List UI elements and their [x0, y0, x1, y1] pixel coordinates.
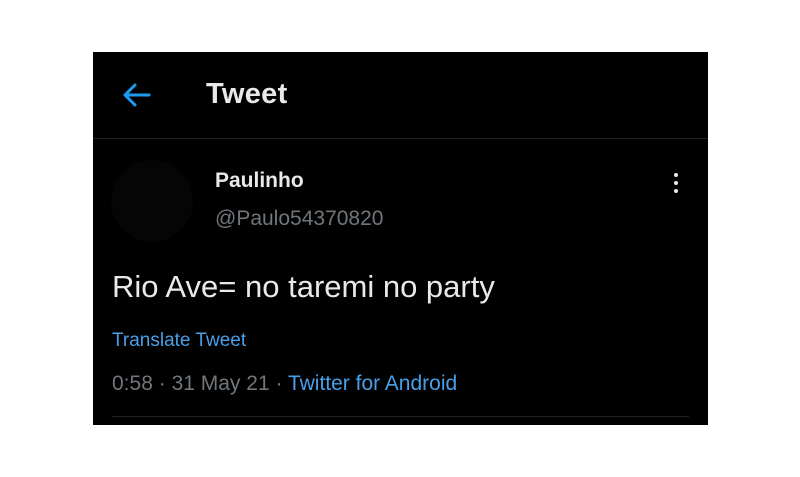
tweet-date: 31 May 21: [171, 372, 270, 395]
meta-separator: ·: [158, 372, 166, 395]
vertical-ellipsis-icon: [674, 173, 678, 177]
tweet-screen: Tweet Paulinho @Paulo54370820 Rio Ave= n…: [93, 52, 708, 425]
author-handle[interactable]: @Paulo54370820: [215, 206, 383, 232]
tweet-source-link[interactable]: Twitter for Android: [288, 372, 457, 395]
more-options-button[interactable]: [667, 170, 685, 196]
divider: [112, 416, 689, 417]
tweet-metadata: 0:58 · 31 May 21 · Twitter for Android: [112, 370, 457, 398]
tweet-text: Rio Ave= no taremi no party: [112, 269, 495, 304]
top-bar: Tweet: [93, 52, 708, 139]
meta-separator: ·: [275, 372, 283, 395]
vertical-ellipsis-icon: [674, 181, 678, 185]
tweet-time: 0:58: [112, 372, 153, 395]
arrow-left-icon: [123, 83, 151, 107]
avatar[interactable]: [111, 160, 193, 242]
back-button[interactable]: [119, 80, 153, 110]
page-title: Tweet: [206, 78, 288, 110]
author-display-name[interactable]: Paulinho: [215, 168, 304, 194]
translate-tweet-link[interactable]: Translate Tweet: [112, 329, 246, 353]
vertical-ellipsis-icon: [674, 189, 678, 193]
